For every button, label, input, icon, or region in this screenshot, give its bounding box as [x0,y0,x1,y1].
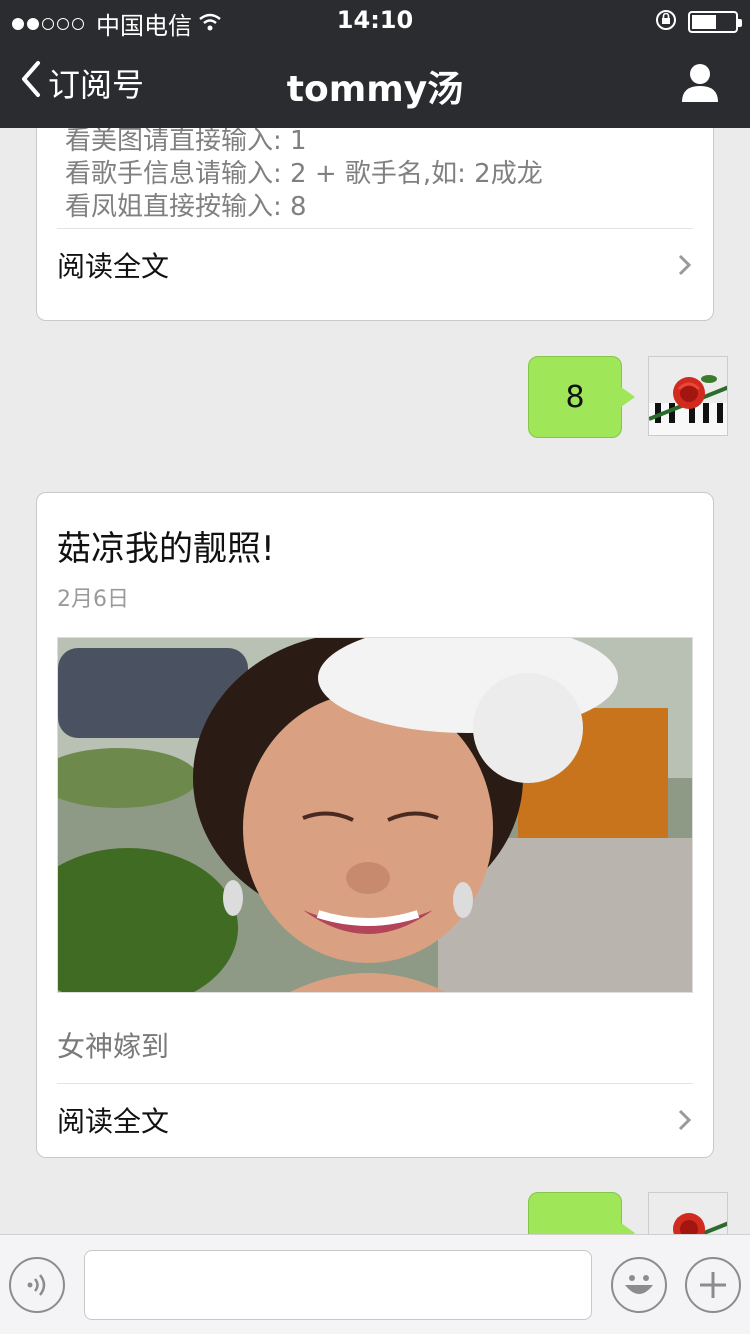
outgoing-message: 1 [528,1192,728,1234]
message-input[interactable] [84,1250,592,1320]
menu-lines: 看美图请直接输入: 1 看歌手信息请输入: 2 + 歌手名,如: 2成龙 看凤姐… [65,128,543,224]
emoji-icon [625,1275,653,1294]
read-more-label: 阅读全文 [57,1104,170,1138]
message-text: 8 [565,379,585,415]
status-time: 14:10 [336,6,414,34]
input-bar [0,1234,750,1334]
menu-line: 看美图请直接输入: 1 [65,128,307,156]
article-card-menu: 看美图请直接输入: 1 看歌手信息请输入: 2 + 歌手名,如: 2成龙 看凤姐… [36,128,714,321]
emoji-button[interactable] [611,1257,667,1313]
article-card-photo[interactable]: 菇凉我的靓照! 2月6日 女神嫁到 阅读全文 [36,492,714,1158]
menu-line: 看歌手信息请输入: 2 + 歌手名,如: 2成龙 [65,159,543,189]
voice-icon [27,1274,46,1296]
chat-area[interactable]: 看美图请直接输入: 1 看歌手信息请输入: 2 + 歌手名,如: 2成龙 看凤姐… [0,128,750,1234]
message-bubble[interactable]: 1 [528,1192,635,1234]
chevron-right-icon [678,1109,692,1130]
plus-icon [700,1272,726,1298]
chevron-right-icon [678,254,692,275]
avatar[interactable] [648,1192,728,1234]
article-description: 女神嫁到 [57,1030,170,1063]
status-bar: 中国电信 14:10 [0,0,750,40]
outgoing-message: 8 [528,356,728,438]
read-more-link[interactable]: 阅读全文 [57,228,693,300]
voice-button[interactable] [9,1257,65,1313]
plus-button[interactable] [685,1257,741,1313]
profile-button[interactable] [680,62,720,102]
page-title: tommy汤 [286,69,464,110]
menu-line: 看凤姐直接按输入: 8 [65,192,307,222]
article-title: 菇凉我的靓照! [57,529,275,569]
message-bubble[interactable]: 8 [528,356,635,438]
battery-icon [688,11,742,33]
article-date: 2月6日 [57,587,129,612]
article-photo[interactable] [57,637,693,993]
rotation-lock-icon [654,8,678,36]
status-right [654,8,742,36]
avatar[interactable] [648,356,728,436]
profile-icon [682,64,718,102]
read-more-label: 阅读全文 [57,249,170,283]
nav-bar: 订阅号 tommy汤 [0,40,750,128]
read-more-link[interactable]: 阅读全文 [57,1083,693,1155]
